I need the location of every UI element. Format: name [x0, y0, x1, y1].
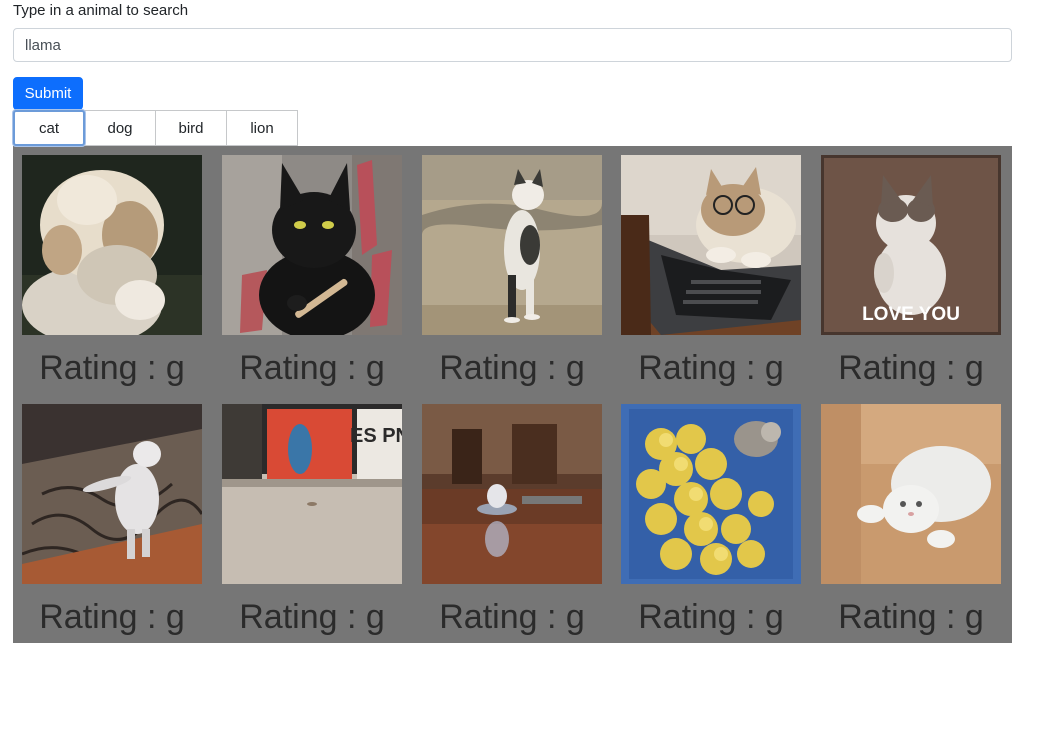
rating-label: Rating : g [638, 598, 784, 636]
search-input[interactable] [13, 28, 1012, 62]
cat-on-robot-vacuum-gif-image[interactable] [422, 404, 602, 584]
espn-wall-sign: ES PN [350, 425, 402, 447]
gif-card: Rating : g [222, 155, 402, 387]
rating-label: Rating : g [39, 349, 185, 387]
rating-label: Rating : g [838, 598, 984, 636]
gif-card: Rating : g [422, 404, 602, 636]
tag-button-dog[interactable]: dog [84, 110, 156, 146]
cat-love-you-gif-image[interactable]: LOVE YOU [821, 155, 1001, 335]
tag-button-lion[interactable]: lion [226, 110, 298, 146]
gif-card: Rating : g [621, 404, 801, 636]
espn-floor-gif-image[interactable]: ES PN [222, 404, 402, 584]
tag-button-cat[interactable]: cat [13, 110, 85, 146]
love-you-caption: LOVE YOU [862, 304, 960, 325]
black-cat-nail-file-gif-image[interactable] [222, 155, 402, 335]
chicks-and-cat-basket-gif-image[interactable] [621, 404, 801, 584]
rating-label: Rating : g [439, 598, 585, 636]
gif-card: Rating : g [22, 404, 202, 636]
cat-standing-beach-gif-image[interactable] [422, 155, 602, 335]
submit-button[interactable]: Submit [13, 77, 83, 110]
rating-label: Rating : g [638, 349, 784, 387]
rating-label: Rating : g [439, 349, 585, 387]
gif-card: Rating : g [22, 155, 202, 387]
animal-tag-group: cat dog bird lion [13, 110, 298, 146]
gif-card: Rating : g [422, 155, 602, 387]
rating-label: Rating : g [239, 349, 385, 387]
fluffy-cat-gif-image[interactable] [22, 155, 202, 335]
tag-button-bird[interactable]: bird [155, 110, 227, 146]
gif-card: Rating : g [621, 155, 801, 387]
rating-label: Rating : g [239, 598, 385, 636]
search-label: Type in a animal to search [13, 2, 189, 19]
gif-card: Rating : g [821, 404, 1001, 636]
page: Type in a animal to search Submit cat do… [0, 0, 1042, 731]
gif-results-grid: Rating : g Rating : g Rating: g Rating … [13, 146, 1012, 643]
gif-card: LOVE YOU Rating : g [821, 155, 1001, 387]
cat-glasses-laptop-gif-image[interactable] [621, 155, 801, 335]
gif-card: ES PN Rating : g [222, 404, 402, 636]
rating-label: Rating : g [39, 598, 185, 636]
white-cat-lying-gif-image[interactable] [821, 404, 1001, 584]
rating-label: Rating : g [838, 349, 984, 387]
white-cat-dancing-rug-gif-image[interactable] [22, 404, 202, 584]
